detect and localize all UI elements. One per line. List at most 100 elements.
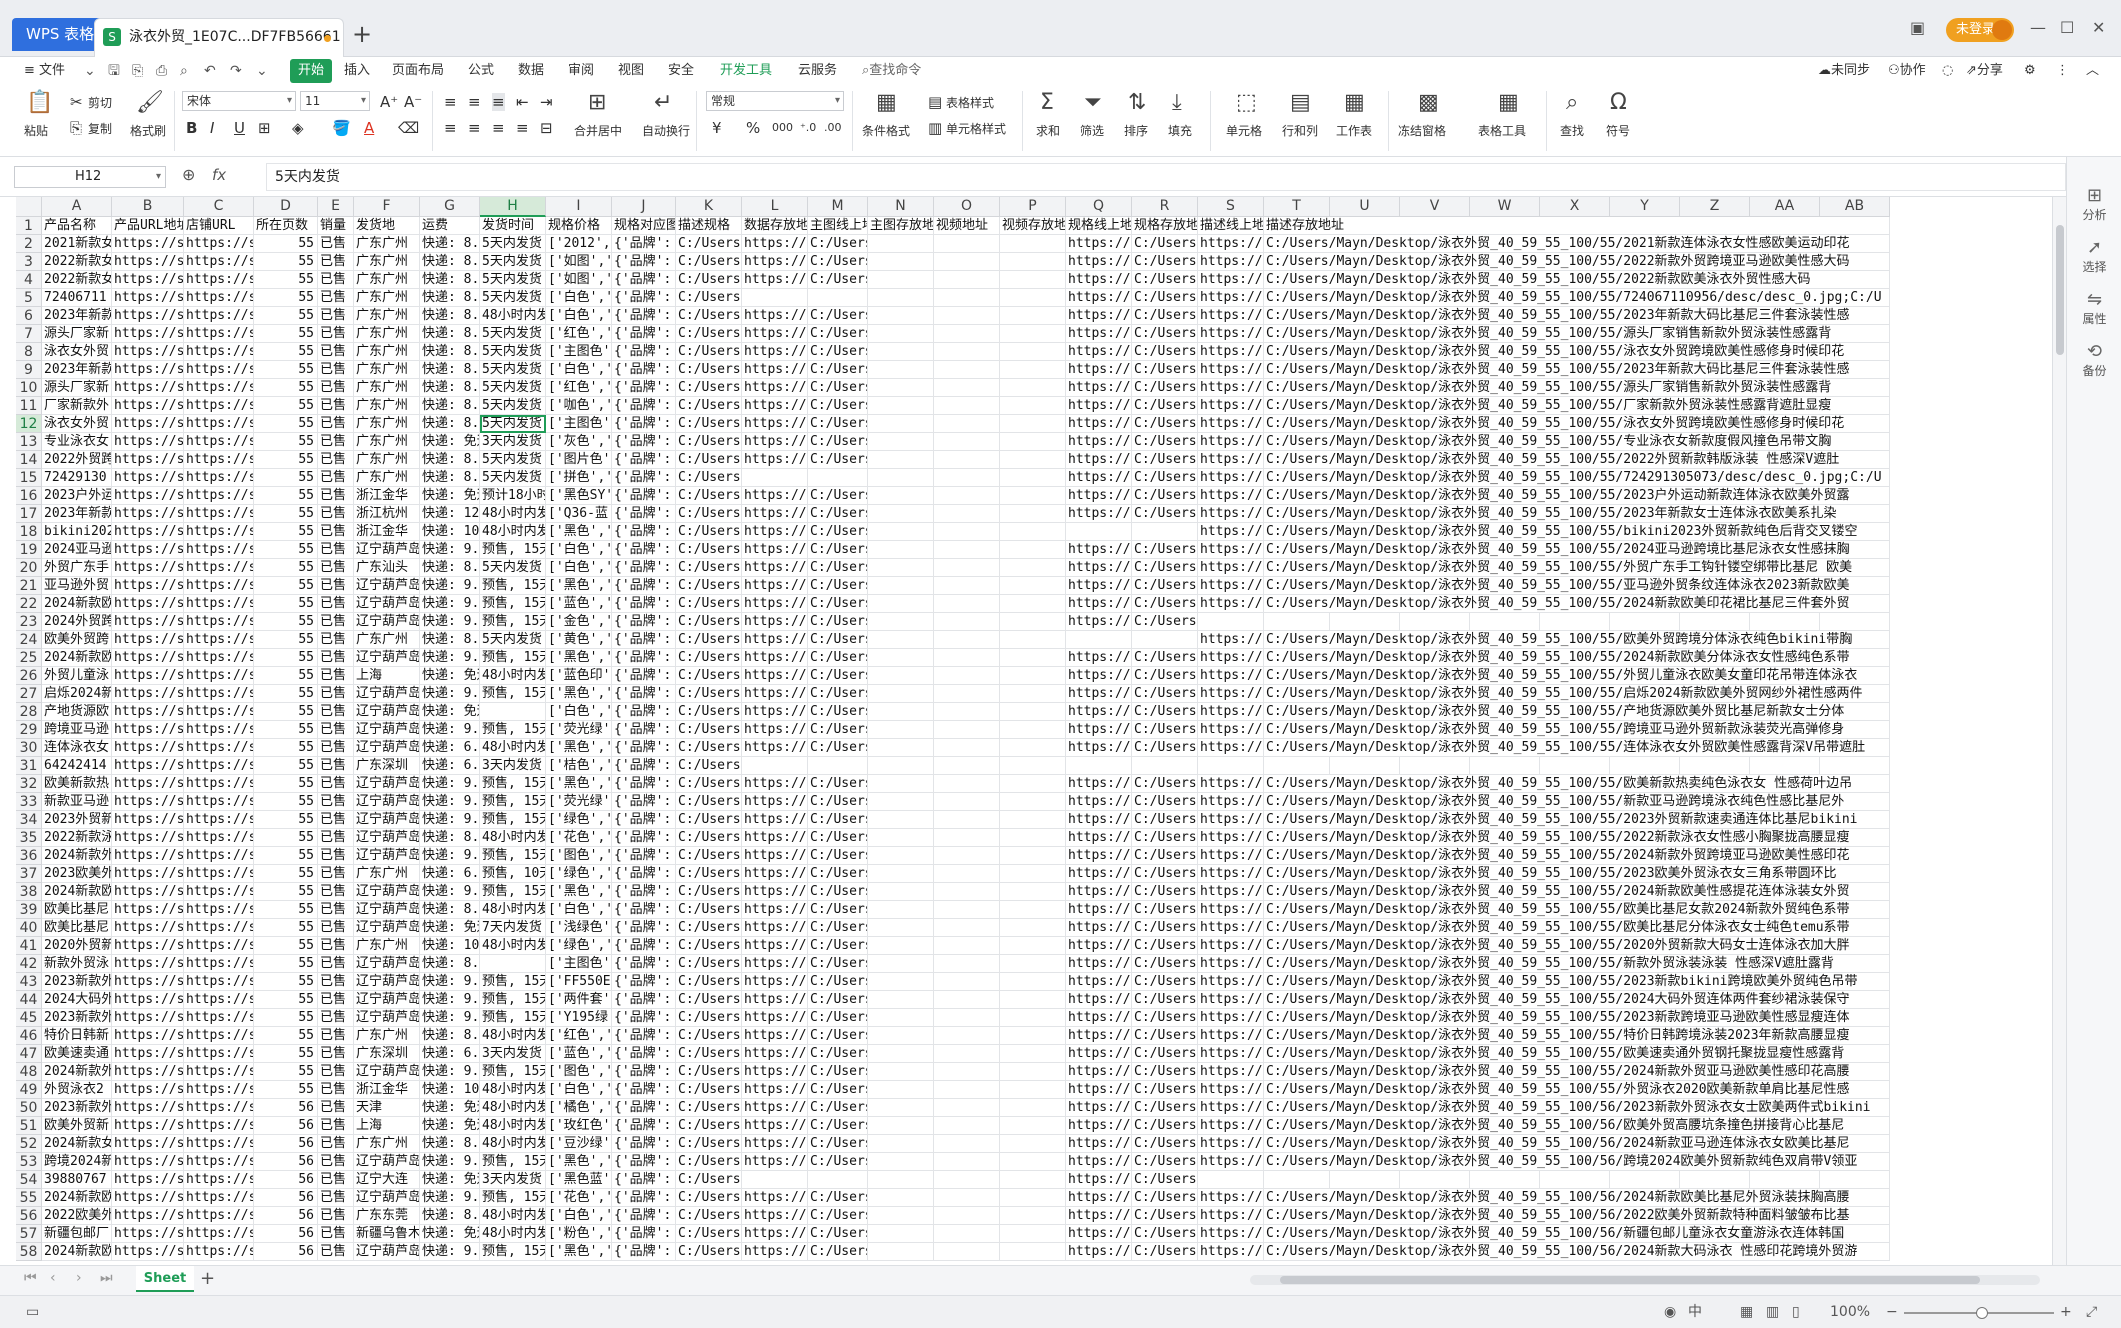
table-cell[interactable]: ['拼色','','['拼色': (546, 469, 612, 487)
table-cell[interactable]: C:/Users/Mayn/Desktop/泳衣外贸_40_59_55_100/… (1264, 1135, 1890, 1153)
table-cell[interactable]: C:/Users/ (676, 1171, 742, 1189)
table-cell[interactable]: 已售 3 (318, 973, 354, 991)
column-header-k[interactable]: K (676, 197, 742, 217)
row-header[interactable]: 4 (16, 271, 42, 289)
table-cell[interactable]: C:/Users/ (1132, 1225, 1198, 1243)
table-cell[interactable]: 已售 0 (318, 739, 354, 757)
table-cell[interactable]: https://i (1198, 487, 1264, 505)
table-cell[interactable]: 快递: 8.0 (420, 235, 480, 253)
table-cell[interactable]: ['豆沙绿','','['豆沙绿': (546, 1135, 612, 1153)
table-cell[interactable]: https://g (742, 379, 808, 397)
table-cell[interactable]: {'品牌': (612, 703, 676, 721)
table-cell[interactable]: https:// (1066, 649, 1132, 667)
table-cell[interactable]: https://s (184, 469, 254, 487)
row-header[interactable]: 3 (16, 253, 42, 271)
table-cell[interactable]: https://s (184, 775, 254, 793)
table-cell[interactable] (934, 487, 1000, 505)
table-cell[interactable]: https://i (1198, 847, 1264, 865)
table-cell[interactable]: 48小时内发 (480, 1207, 546, 1225)
row-header[interactable]: 37 (16, 865, 42, 883)
table-cell[interactable]: 快递: 9.0 (420, 847, 480, 865)
table-cell[interactable]: 跨境2024新 (42, 1153, 112, 1171)
table-cell[interactable]: https://i (1198, 1225, 1264, 1243)
column-header-g[interactable]: G (420, 197, 480, 217)
table-cell[interactable]: 广东广州 (354, 469, 420, 487)
table-cell[interactable]: https:// (1066, 469, 1132, 487)
page-break-view-icon[interactable]: ▯ (1792, 1304, 1800, 1320)
table-cell[interactable]: 特价日韩新 (42, 1027, 112, 1045)
table-cell[interactable]: C:/Users/Mayn/Desktop/泳衣外 (808, 235, 868, 253)
table-cell[interactable]: C:/Users/Mayn/Desktop/泳衣外贸_40_59_55_100/… (1264, 1117, 1890, 1135)
tab-security[interactable]: 安全 (668, 57, 694, 85)
table-cell[interactable]: C:/Users/ (676, 649, 742, 667)
table-cell[interactable] (1000, 1063, 1066, 1081)
column-title-cell[interactable]: 视频地址 (934, 217, 1000, 235)
table-cell[interactable]: 快递: 10. (420, 937, 480, 955)
column-header-h[interactable]: H (480, 197, 546, 217)
table-cell[interactable]: ['咖色','','['咖色': (546, 397, 612, 415)
table-cell[interactable]: 2022新款女 (42, 271, 112, 289)
table-cell[interactable] (934, 793, 1000, 811)
column-header-e[interactable]: E (318, 197, 354, 217)
table-cell[interactable]: 快递: 6.0 (420, 739, 480, 757)
table-cell[interactable]: https://i (1198, 955, 1264, 973)
table-cell[interactable]: C:/Users/Mayn/Desktop/泳衣外 (808, 307, 868, 325)
table-cell[interactable]: C:/Users/Mayn/Desktop/泳衣外贸_40_59_55_100/… (1264, 739, 1890, 757)
table-cell[interactable]: C:/Users/Mayn/Desktop/泳衣外 (808, 1207, 868, 1225)
table-cell[interactable]: 56 (254, 1099, 318, 1117)
table-cell[interactable]: 广东深圳 (354, 757, 420, 775)
table-cell[interactable]: 新款亚马逊 (42, 793, 112, 811)
table-cell[interactable] (934, 883, 1000, 901)
row-header[interactable]: 18 (16, 523, 42, 541)
table-cell[interactable]: https://t (742, 667, 808, 685)
table-cell[interactable]: https://i (1198, 397, 1264, 415)
table-cell[interactable]: 55 (254, 577, 318, 595)
table-cell[interactable]: {'品牌': (612, 415, 676, 433)
table-cell[interactable]: https://s (184, 595, 254, 613)
table-cell[interactable]: 快递: 9.0 (420, 883, 480, 901)
table-cell[interactable]: C:/Users/ (676, 1135, 742, 1153)
table-cell[interactable]: C:/Users/ (676, 919, 742, 937)
table-cell[interactable]: C:/Users/ (676, 1009, 742, 1027)
table-cell[interactable]: C:/Users/ (676, 883, 742, 901)
table-cell[interactable]: https://s (112, 487, 184, 505)
table-cell[interactable]: https://g (742, 1117, 808, 1135)
table-cell[interactable]: https://i (1198, 559, 1264, 577)
table-cell[interactable]: 快递: 10. (420, 1081, 480, 1099)
table-cell[interactable]: 预售, 15天 (480, 649, 546, 667)
table-cell[interactable] (868, 433, 934, 451)
table-cell[interactable] (1000, 415, 1066, 433)
table-cell[interactable]: https:// (1066, 307, 1132, 325)
table-cell[interactable] (934, 667, 1000, 685)
table-cell[interactable]: https://s (112, 1099, 184, 1117)
table-cell[interactable]: C:/Users/ (1132, 739, 1198, 757)
table-cell[interactable]: https:// (1066, 379, 1132, 397)
table-cell[interactable] (934, 775, 1000, 793)
column-title-cell[interactable]: 描述规格 (676, 217, 742, 235)
table-cell[interactable] (934, 1099, 1000, 1117)
table-cell[interactable]: {'品牌': (612, 487, 676, 505)
table-cell[interactable]: ['黑色蓝','','['黑色蓝': (546, 1171, 612, 1189)
table-cell[interactable]: 5天内发货 (480, 415, 546, 433)
table-cell[interactable]: https://s (112, 433, 184, 451)
table-cell[interactable]: 56 (254, 1117, 318, 1135)
table-cell[interactable]: https://s (112, 847, 184, 865)
row-header[interactable]: 50 (16, 1099, 42, 1117)
table-cell[interactable]: https://s (112, 451, 184, 469)
table-cell[interactable]: 快递: 9.0 (420, 1153, 480, 1171)
table-cell[interactable]: https://s (184, 1009, 254, 1027)
table-cell[interactable] (1000, 1207, 1066, 1225)
table-cell[interactable]: 广东广州 (354, 361, 420, 379)
table-cell[interactable] (1066, 523, 1132, 541)
table-cell[interactable]: https://s (112, 649, 184, 667)
table-cell[interactable]: C:/Users/Mayn/Desktop/泳衣外贸_40_59_55_100/… (1264, 919, 1890, 937)
table-cell[interactable]: C:/Users/ (676, 271, 742, 289)
table-cell[interactable]: 2023年新款 (42, 361, 112, 379)
column-title-cell[interactable]: 主图线上地址 (808, 217, 868, 235)
table-cell[interactable]: C:/Users/Mayn/Desktop/泳衣外 (808, 955, 868, 973)
table-cell[interactable] (1400, 613, 1470, 631)
table-cell[interactable]: C:/Users/ (676, 775, 742, 793)
table-cell[interactable]: https://s (112, 613, 184, 631)
table-cell[interactable]: C:/Users/ (676, 1099, 742, 1117)
table-cell[interactable] (868, 1153, 934, 1171)
